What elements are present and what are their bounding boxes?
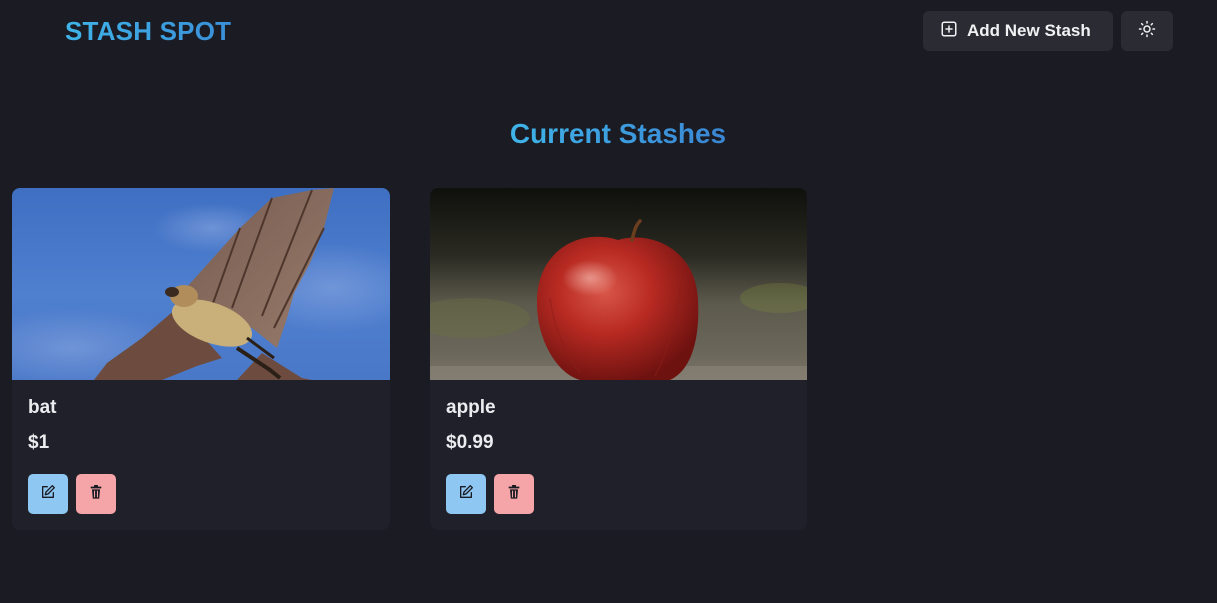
- stash-name: bat: [28, 397, 57, 418]
- trash-icon: [506, 484, 522, 505]
- delete-button[interactable]: [494, 474, 534, 514]
- edit-icon: [40, 484, 56, 505]
- sun-icon: [1138, 20, 1156, 43]
- plus-square-icon: [940, 20, 958, 43]
- page-title: Current Stashes: [0, 116, 1217, 152]
- add-new-stash-button[interactable]: Add New Stash: [923, 11, 1113, 51]
- add-new-stash-label: Add New Stash: [967, 21, 1091, 40]
- theme-toggle-button[interactable]: [1121, 11, 1173, 51]
- stash-card: bat $1: [12, 188, 390, 530]
- app: STASH SPOT Add New Stash Current Stashes…: [0, 0, 1217, 603]
- edit-icon: [458, 484, 474, 505]
- logo[interactable]: STASH SPOT: [65, 16, 231, 46]
- stash-card: apple $0.99: [430, 188, 807, 530]
- header: STASH SPOT Add New Stash: [0, 0, 1217, 62]
- bat-photo: [12, 188, 390, 380]
- stash-name: apple: [446, 397, 496, 418]
- stash-price: $0.99: [446, 432, 494, 453]
- edit-button[interactable]: [446, 474, 486, 514]
- delete-button[interactable]: [76, 474, 116, 514]
- trash-icon: [88, 484, 104, 505]
- stash-price: $1: [28, 432, 50, 453]
- edit-button[interactable]: [28, 474, 68, 514]
- page-title-text: Current Stashes: [509, 118, 727, 149]
- apple-photo: [430, 188, 807, 380]
